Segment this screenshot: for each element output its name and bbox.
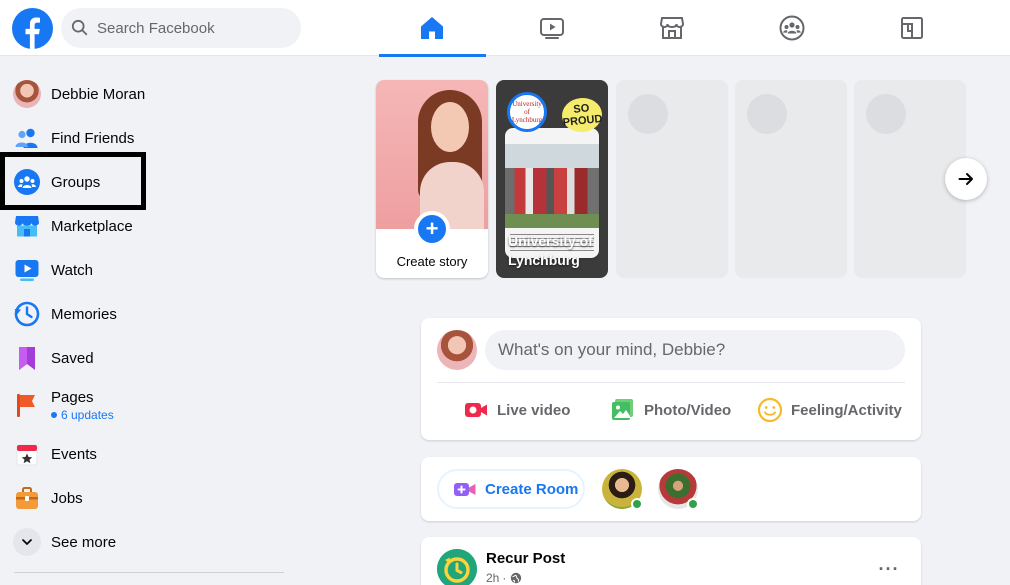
sidebar-divider [14, 572, 284, 573]
sidebar-item-see-more[interactable]: See more [8, 520, 288, 564]
chevron-down-icon [13, 528, 41, 556]
sidebar-item-label: Events [51, 445, 97, 463]
photo-video-icon [612, 399, 633, 420]
jobs-icon [16, 487, 38, 509]
top-navigation-bar [0, 0, 1010, 57]
sidebar-item-memories[interactable]: Memories [8, 292, 288, 336]
stories-next-button[interactable] [945, 158, 987, 200]
sidebar-item-label: See more [51, 533, 117, 551]
tab-groups[interactable] [732, 0, 852, 56]
memories-icon [14, 301, 40, 327]
online-status-dot [687, 498, 699, 510]
story-placeholder [616, 80, 728, 278]
story-placeholder [735, 80, 847, 278]
add-story-plus-icon[interactable]: + [414, 211, 450, 247]
tab-gaming[interactable] [852, 0, 972, 56]
create-story-card[interactable]: + Create story [376, 80, 488, 278]
sidebar-item-saved[interactable]: Saved [8, 336, 288, 380]
live-video-icon [465, 403, 487, 417]
facebook-logo-icon[interactable] [12, 8, 53, 49]
post-author-name[interactable]: Recur Post [486, 550, 565, 567]
create-story-label: Create story [396, 254, 468, 269]
watch-icon [540, 18, 564, 39]
story-author-avatar: University of Lynchburg [507, 92, 547, 132]
story-profile-photo [376, 80, 488, 229]
marketplace-icon [15, 216, 39, 237]
sidebar-item-label: Saved [51, 349, 94, 367]
video-plus-icon [454, 483, 476, 496]
arrow-right-icon [958, 173, 973, 185]
post-meta: 2h · [486, 571, 522, 585]
story-author-name: University of Lynchburg [508, 233, 593, 268]
update-dot-icon [51, 411, 57, 418]
post-composer: What's on your mind, Debbie? Live video … [421, 318, 921, 440]
pages-icon [17, 394, 35, 417]
globe-icon [511, 572, 522, 584]
groups-icon [779, 15, 805, 41]
sidebar-item-label: Jobs [51, 489, 83, 507]
post-more-options-button[interactable]: ··· [873, 553, 905, 585]
gaming-icon [901, 17, 923, 39]
pages-updates-badge[interactable]: 6 updates [51, 408, 114, 422]
events-icon [16, 444, 38, 466]
sidebar-item-label: Memories [51, 305, 117, 323]
sidebar-item-profile[interactable]: Debbie Moran [8, 72, 288, 116]
photo-video-button[interactable]: Photo/Video [610, 396, 731, 424]
tab-watch[interactable] [492, 0, 612, 56]
avatar[interactable] [437, 330, 477, 370]
room-contact-avatar[interactable] [602, 469, 643, 510]
sidebar-item-pages[interactable]: Pages 6 updates [8, 380, 288, 430]
search-input[interactable] [97, 19, 297, 37]
search-box[interactable] [61, 8, 301, 48]
sidebar-item-label: Pages [51, 388, 94, 406]
recurpost-logo-icon [437, 549, 477, 585]
live-video-button[interactable]: Live video [463, 396, 570, 424]
sidebar-item-marketplace[interactable]: Marketplace [8, 204, 288, 248]
tab-marketplace[interactable] [612, 0, 732, 56]
sidebar-item-watch[interactable]: Watch [8, 248, 288, 292]
whats-on-your-mind-input[interactable]: What's on your mind, Debbie? [485, 330, 905, 370]
sidebar-item-label: Watch [51, 261, 93, 279]
composer-divider [437, 382, 905, 383]
watch-icon [15, 260, 39, 281]
saved-icon [19, 347, 35, 370]
sidebar-item-events[interactable]: Events [8, 432, 288, 476]
profile-avatar [13, 80, 41, 108]
search-icon [71, 19, 88, 36]
sidebar-item-label: Marketplace [51, 217, 133, 235]
post-timestamp[interactable]: 2h [486, 571, 499, 585]
feed-post: Recur Post 2h · ··· [421, 537, 921, 585]
tab-home[interactable] [372, 0, 492, 57]
so-proud-sticker: SO PROUD [560, 96, 604, 134]
rooms-bar: Create Room [421, 457, 921, 521]
friends-icon [15, 128, 38, 148]
room-contact-avatar[interactable] [658, 469, 699, 510]
online-status-dot [631, 498, 643, 510]
post-author-avatar[interactable] [437, 549, 477, 585]
sidebar-item-label: Find Friends [51, 129, 135, 147]
feeling-activity-button[interactable]: Feeling/Activity [757, 396, 902, 424]
smiley-icon [757, 397, 783, 423]
sidebar-item-jobs[interactable]: Jobs [8, 476, 288, 520]
sidebar-item-label: Debbie Moran [51, 85, 146, 103]
groups-highlight-box [0, 152, 146, 210]
story-university-of-lynchburg[interactable]: University of Lynchburg SO PROUD Univers… [496, 80, 608, 278]
create-room-button[interactable]: Create Room [437, 469, 585, 509]
marketplace-icon [659, 17, 685, 39]
home-icon [421, 17, 443, 39]
